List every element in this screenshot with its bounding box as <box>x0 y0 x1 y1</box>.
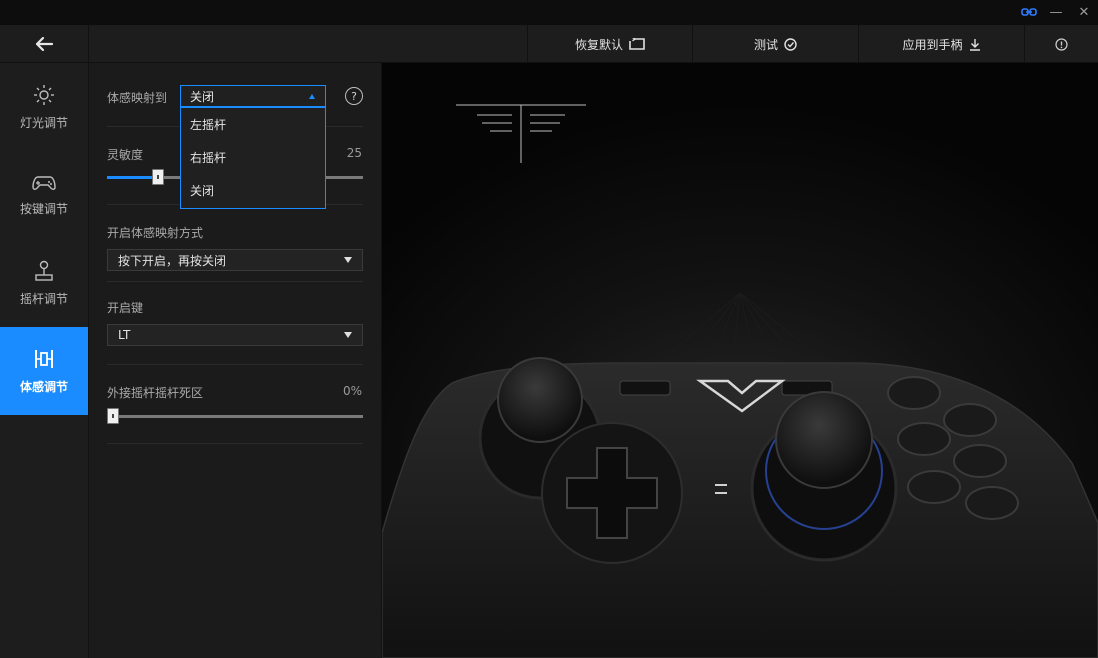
divider <box>107 364 363 365</box>
divider <box>107 443 363 444</box>
motion-settings-panel: 体感映射到 关闭 ? 左摇杆 右摇杆 关闭 灵敏度 25 开启体感映射方式 按下… <box>89 63 382 658</box>
controller-preview <box>382 63 1098 658</box>
deadzone-label: 外接摇杆摇杆死区 <box>107 386 204 400</box>
back-button[interactable] <box>0 25 88 63</box>
activation-mode-value: 按下开启，再按关闭 <box>118 253 227 268</box>
sensitivity-slider-handle[interactable] <box>152 169 164 185</box>
nav-label: 体感调节 <box>19 379 68 394</box>
apply-to-controller-button[interactable]: 应用到手柄 <box>859 25 1024 63</box>
nav-item-motion[interactable]: 体感调节 <box>0 327 88 415</box>
chevron-up-icon <box>309 94 315 99</box>
mapping-select[interactable]: 关闭 <box>180 85 326 107</box>
chevron-down-icon <box>344 257 352 263</box>
help-icon[interactable]: ? <box>345 87 363 105</box>
activation-mode-select[interactable]: 按下开启，再按关闭 <box>107 249 363 271</box>
nav-label: 灯光调节 <box>19 115 68 130</box>
info-icon <box>1055 37 1068 51</box>
nav-item-joystick[interactable]: 摇杆调节 <box>0 239 88 327</box>
info-button[interactable] <box>1025 25 1098 63</box>
test-icon <box>784 37 797 51</box>
restore-default-button[interactable]: 恢复默认 <box>528 25 692 63</box>
sensitivity-value: 25 <box>346 146 362 160</box>
deadzone-slider-handle[interactable] <box>107 408 119 424</box>
apply-label: 应用到手柄 <box>902 37 963 52</box>
sensitivity-slider-fill <box>107 176 158 179</box>
nav-label: 摇杆调节 <box>19 291 68 306</box>
link-icon[interactable] <box>1018 3 1040 21</box>
dropdown-option-left-stick[interactable]: 左摇杆 <box>181 108 325 141</box>
restore-default-label: 恢复默认 <box>574 37 623 52</box>
light-icon <box>34 84 54 105</box>
gamepad-icon <box>32 175 56 190</box>
chevron-down-icon <box>344 332 352 338</box>
arrow-left-icon <box>35 36 54 52</box>
divider <box>107 281 363 282</box>
test-label: 测试 <box>753 37 778 52</box>
mapping-label: 体感映射到 <box>107 91 168 105</box>
download-icon <box>969 38 980 51</box>
joystick-icon <box>35 260 53 281</box>
side-navigation: 灯光调节 按键调节 摇杆调节 体感调节 <box>0 63 89 658</box>
controller-preview-graphic <box>382 63 1098 658</box>
minimize-button[interactable]: — <box>1045 3 1067 21</box>
nav-label: 按键调节 <box>19 201 68 216</box>
window-titlebar: — ✕ <box>0 0 1098 25</box>
motion-icon <box>35 349 53 368</box>
toolbar: 恢复默认 测试 应用到手柄 <box>0 25 1098 63</box>
mapping-selected-value: 关闭 <box>190 89 215 104</box>
dropdown-option-off[interactable]: 关闭 <box>181 174 325 207</box>
nav-item-buttons[interactable]: 按键调节 <box>0 151 88 239</box>
activation-key-label: 开启键 <box>107 301 144 315</box>
close-button[interactable]: ✕ <box>1073 3 1095 21</box>
activation-key-value: LT <box>118 328 131 342</box>
restore-icon <box>629 38 645 50</box>
nav-item-lighting[interactable]: 灯光调节 <box>0 63 88 151</box>
deadzone-slider[interactable] <box>107 408 363 424</box>
deadzone-value: 0% <box>342 384 362 398</box>
activation-key-select[interactable]: LT <box>107 324 363 346</box>
dropdown-option-right-stick[interactable]: 右摇杆 <box>181 141 325 174</box>
sensitivity-label: 灵敏度 <box>107 148 144 162</box>
activation-mode-label: 开启体感映射方式 <box>107 226 204 240</box>
test-button[interactable]: 测试 <box>693 25 858 63</box>
mapping-dropdown-list: 左摇杆 右摇杆 关闭 <box>180 107 326 209</box>
